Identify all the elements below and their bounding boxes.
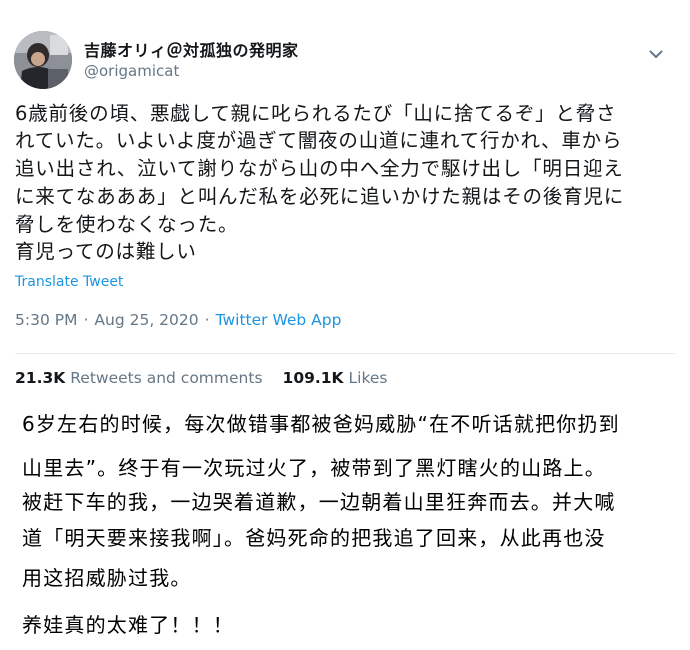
translate-tweet-link[interactable]: Translate Tweet [15,274,123,290]
translation-line: 养娃真的太难了！！！ [22,613,234,637]
retweets-count: 21.3K [15,369,66,387]
author-handle[interactable]: @origamicat [84,62,179,80]
tweet-metadata: 5:30 PM · Aug 25, 2020 · Twitter Web App [15,311,341,329]
author-display-name[interactable]: 吉藤オリィ＠対孤独の発明家 [84,37,299,61]
chevron-down-icon[interactable] [646,44,666,64]
avatar-photo-icon [14,31,72,89]
translation-line: 被赶下车的我，一边哭着道歉，一边朝着山里狂奔而去。并大喊 [22,490,616,514]
tweet-text-line: 脅しを使わなくなった。 [15,213,239,236]
tweet-card: 吉藤オリィ＠対孤独の発明家 @origamicat 6歳前後の頃、悪戯して親に叱… [0,0,690,400]
retweets-label: Retweets and comments [70,369,263,387]
meta-separator: · [204,311,210,329]
tweet-stats: 21.3K Retweets and comments 109.1K Likes [15,369,388,387]
tweet-text-line: 追い出され、泣いて謝りながら山の中へ全力で駆け出し「明日迎え [15,157,624,180]
tweet-text-line: れていた。いよいよ度が過ぎて闇夜の山道に連れて行かれ、車から [15,129,623,152]
translation-line: 山里去”。终于有一次玩过火了，被带到了黑灯瞎火的山路上。 [22,456,606,480]
tweet-text-line: 6歳前後の頃、悪戯して親に叱られるたび「山に捨てるぞ」と脅さ [15,102,617,125]
likes-count: 109.1K [282,369,344,387]
avatar[interactable] [14,31,72,89]
meta-separator: · [83,311,89,329]
translation-line: 用这招威胁过我。 [22,566,192,590]
tweet-text-line: に来てなあああ」と叫んだ私を必死に追いかけた親はその後育児に [15,185,625,208]
divider [15,353,675,354]
retweets-stat[interactable]: 21.3K Retweets and comments [15,369,263,387]
tweet-source-link[interactable]: Twitter Web App [216,311,342,329]
translation-line: 道「明天要来接我啊」。爸妈死命的把我追了回来，从此再也没 [22,526,606,550]
tweet-text-line: 育児ってのは難しい [15,240,197,263]
likes-stat[interactable]: 109.1K Likes [283,369,388,387]
translation-line: 6岁左右的时候，每次做错事都被爸妈威胁“在不听话就把你扔到 [22,412,620,436]
likes-label: Likes [348,369,388,387]
tweet-date[interactable]: Aug 25, 2020 [94,311,198,329]
tweet-time[interactable]: 5:30 PM [15,311,77,329]
